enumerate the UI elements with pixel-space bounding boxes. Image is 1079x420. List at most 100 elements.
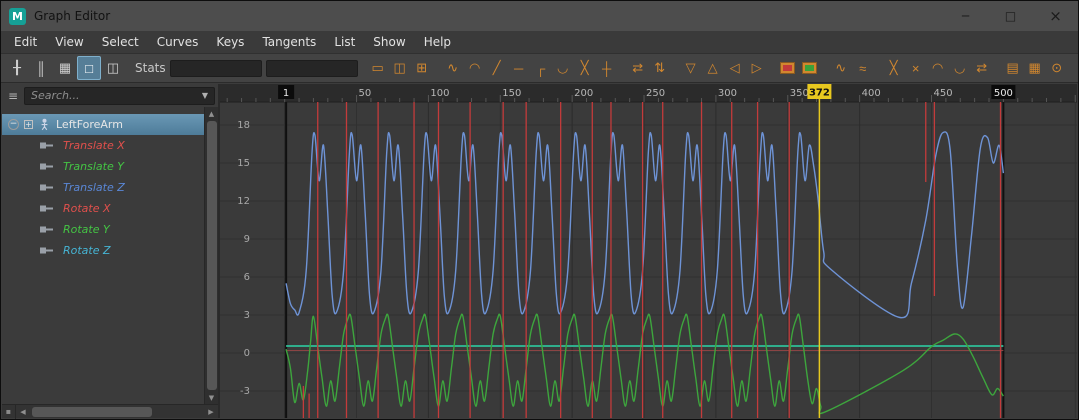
tree-item-rotate-x[interactable]: Rotate X	[2, 198, 204, 219]
panel-corner-box: ▪	[2, 404, 16, 419]
tree-item-leftforearm[interactable]: − + LeftForeArm	[2, 114, 204, 135]
channel-label: Translate Y	[63, 160, 124, 173]
filter-menu-icon[interactable]: ≡	[5, 88, 21, 104]
stats-value-field[interactable]	[265, 59, 358, 77]
svg-text:400: 400	[862, 88, 881, 99]
tree-item-rotate-z[interactable]: Rotate Z	[2, 240, 204, 261]
in-tangent-icon[interactable]: ◁	[724, 57, 746, 79]
horizontal-scrollbar[interactable]: ▪ ◀ ▶	[2, 404, 218, 419]
svg-text:3: 3	[244, 310, 250, 321]
break-connection-icon[interactable]: ╳	[883, 57, 905, 79]
simplify-curve-icon[interactable]: ⇄	[971, 57, 993, 79]
stats-group: Stats	[135, 59, 358, 77]
menu-keys[interactable]: Keys	[207, 31, 253, 54]
graph-canvas[interactable]: 18 15 12 9 6 3 0 -3 50 100 150 200 250 300 350 400 450 1 5…	[220, 84, 1077, 418]
dope-sheet-icon[interactable]: ▤	[1002, 57, 1024, 79]
horizontal-scroll-track[interactable]	[30, 405, 204, 419]
search-input[interactable]: Search... ▼	[24, 86, 215, 105]
scroll-left-icon[interactable]: ◀	[16, 405, 30, 418]
vertical-scrollbar[interactable]: ▲ ▼	[204, 107, 218, 404]
center-current-time-icon[interactable]: ⊞	[411, 57, 433, 79]
svg-text:9: 9	[244, 234, 250, 245]
tree-item-translate-y[interactable]: Translate Y	[2, 156, 204, 177]
bake-channel-icon[interactable]: ◠	[927, 57, 949, 79]
linear-tangents-icon[interactable]: ╱	[486, 57, 508, 79]
menu-view[interactable]: View	[46, 31, 92, 54]
tangent-type-tools: ∿ ◠ ╱ ─ ┌ ◡ ╳ ┼	[442, 57, 618, 79]
region-select-tool-icon[interactable]: □	[77, 56, 101, 80]
maximize-icon[interactable]: □	[988, 1, 1033, 31]
smooth-curve-icon[interactable]: ◡	[949, 57, 971, 79]
menu-curves[interactable]: Curves	[148, 31, 208, 54]
search-row: ≡ Search... ▼	[2, 84, 218, 107]
frame-all-icon[interactable]: ▭	[367, 57, 389, 79]
flat-tangents-icon[interactable]: ─	[508, 57, 530, 79]
fixed-tangents-icon[interactable]: ┼	[596, 57, 618, 79]
free-tangent-weight-icon[interactable]: ▽	[680, 57, 702, 79]
menu-show[interactable]: Show	[364, 31, 414, 54]
scroll-right-icon[interactable]: ▶	[204, 405, 218, 418]
euler-filter-icon[interactable]: ×	[905, 57, 927, 79]
plateau-tangents-icon[interactable]: ◡	[552, 57, 574, 79]
spline-tangents-icon[interactable]: ∿	[442, 57, 464, 79]
close-icon[interactable]: ×	[1033, 1, 1078, 31]
swap-buffer-curve-icon[interactable]	[799, 57, 821, 79]
chevron-down-icon[interactable]: ▼	[202, 91, 208, 100]
svg-text:350: 350	[790, 88, 809, 99]
post-infinity-cycle-icon[interactable]: ≈	[852, 57, 874, 79]
graph-grid-icon[interactable]: ▦	[1024, 57, 1046, 79]
range-end-chip[interactable]: 500	[991, 85, 1016, 99]
minimize-icon[interactable]: ─	[943, 1, 988, 31]
menu-list[interactable]: List	[325, 31, 364, 54]
tree-item-translate-x[interactable]: Translate X	[2, 135, 204, 156]
collapse-icon[interactable]: −	[8, 119, 19, 130]
title-bar[interactable]: M Graph Editor ─ □ ×	[1, 1, 1078, 31]
retime-tool-icon[interactable]: ◫	[101, 56, 125, 80]
menu-select[interactable]: Select	[93, 31, 148, 54]
channel-label: Translate X	[63, 139, 125, 152]
out-tangent-icon[interactable]: ▷	[746, 57, 768, 79]
menu-edit[interactable]: Edit	[5, 31, 46, 54]
auto-tangents-icon[interactable]: ╳	[574, 57, 596, 79]
current-frame-chip[interactable]: 372	[807, 84, 832, 99]
toolbar-icon-groups: ▭ ◫ ⊞ ∿ ◠ ╱ ─ ┌ ◡ ╳ ┼ ⇄ ⇅ ▽ △ ◁ ▷ ∿ ≈ ╳ × ◠ ◡ ⇄ ▤ ▦ ⊙	[358, 57, 1068, 79]
tree-item-translate-z[interactable]: Translate Z	[2, 177, 204, 198]
infinity-tools: ∿ ≈	[830, 57, 874, 79]
svg-text:-3: -3	[240, 386, 250, 397]
tree-item-rotate-y[interactable]: Rotate Y	[2, 219, 204, 240]
menu-help[interactable]: Help	[415, 31, 460, 54]
tree-area: − + LeftForeArm Translate X Translate Y Trans…	[2, 107, 218, 404]
lock-tangent-weight-icon[interactable]: △	[702, 57, 724, 79]
expand-all-icon[interactable]: +	[24, 120, 33, 129]
scroll-up-icon[interactable]: ▲	[205, 107, 219, 120]
stats-time-field[interactable]	[169, 59, 262, 77]
time-editor-clock-icon[interactable]: ⊙	[1046, 57, 1068, 79]
lattice-deform-keys-tool-icon[interactable]: ▦	[53, 56, 77, 80]
channel-tree: − + LeftForeArm Translate X Translate Y Trans…	[2, 107, 204, 404]
svg-text:6: 6	[244, 272, 250, 283]
break-tangents-icon[interactable]: ⇄	[627, 57, 649, 79]
horizontal-scroll-thumb[interactable]	[32, 406, 152, 417]
buffer-curve-snapshot-icon[interactable]	[777, 57, 799, 79]
insert-keys-tool-icon[interactable]: ║	[29, 56, 53, 80]
unify-tangents-icon[interactable]: ⇅	[649, 57, 671, 79]
channel-curve-icon	[39, 183, 54, 192]
svg-text:250: 250	[646, 88, 665, 99]
vertical-scroll-thumb[interactable]	[206, 121, 217, 390]
channel-label: Rotate Y	[63, 223, 110, 236]
left-tool-group: ╂ ║ ▦ □ ◫	[5, 56, 125, 80]
svg-text:50: 50	[359, 88, 372, 99]
panel-toggle-tools: ▤ ▦ ⊙	[1002, 57, 1068, 79]
channel-curve-icon	[39, 162, 54, 171]
scroll-down-icon[interactable]: ▼	[205, 391, 219, 404]
step-tangents-icon[interactable]: ┌	[530, 57, 552, 79]
svg-text:200: 200	[574, 88, 593, 99]
frame-playback-range-icon[interactable]: ◫	[389, 57, 411, 79]
pre-infinity-cycle-icon[interactable]: ∿	[830, 57, 852, 79]
move-nearest-picked-key-tool-icon[interactable]: ╂	[5, 56, 29, 80]
range-start-chip[interactable]: 1	[278, 85, 295, 99]
clamped-tangents-icon[interactable]: ◠	[464, 57, 486, 79]
svg-text:450: 450	[934, 88, 953, 99]
menu-tangents[interactable]: Tangents	[253, 31, 325, 54]
editor-body: ≡ Search... ▼ − + LeftForeArm Translate X Tr…	[2, 84, 1077, 419]
